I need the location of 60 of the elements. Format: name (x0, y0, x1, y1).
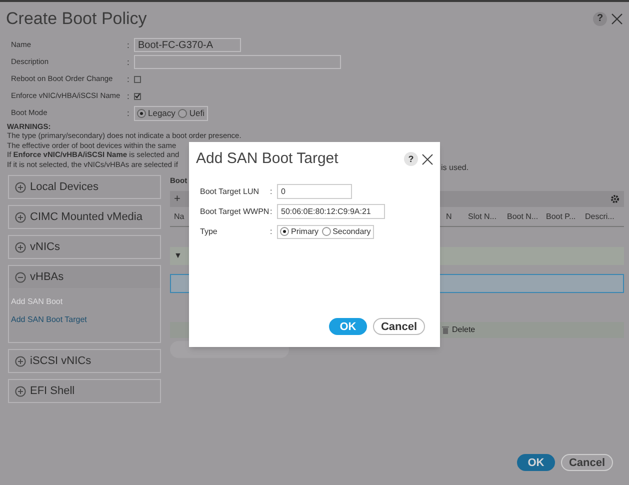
close-icon[interactable] (611, 12, 623, 25)
help-button[interactable]: ? (404, 152, 418, 166)
expand-icon[interactable] (15, 386, 26, 396)
colon: : (270, 186, 274, 198)
delete-button[interactable]: Delete (452, 324, 476, 336)
column-header: Descri... (585, 212, 614, 221)
radio-label: Legacy (148, 106, 176, 120)
colon: : (127, 56, 130, 68)
dialog-title: Add SAN Boot Target (196, 149, 338, 169)
accordion-header[interactable]: Local Devices (9, 176, 160, 198)
name-field[interactable]: Boot-FC-G370-A (134, 38, 241, 52)
expand-icon[interactable] (15, 242, 26, 252)
field-label: Type (200, 226, 218, 238)
checkbox[interactable] (134, 92, 141, 100)
description-field[interactable] (134, 55, 341, 69)
colon: : (127, 72, 130, 86)
expand-icon[interactable] (15, 182, 26, 192)
expand-icon[interactable] (15, 356, 26, 366)
radio-button[interactable] (322, 227, 331, 236)
radio-button[interactable] (280, 227, 289, 236)
warning-text: is used. (441, 162, 469, 174)
accordion-link[interactable]: Add SAN Boot Target (11, 314, 158, 326)
radio-label: Primary (291, 226, 319, 238)
accordion-header[interactable]: iSCSI vNICs (9, 350, 160, 372)
column-header: Slot N... (468, 212, 496, 221)
radio-label: Secondary (332, 226, 371, 238)
accordion-header[interactable]: vHBAs (9, 266, 160, 288)
input-field[interactable]: 50:06:0E:80:12:C9:9A:21 (277, 204, 385, 219)
close-icon[interactable] (422, 154, 433, 165)
ok-button[interactable]: OK (329, 318, 367, 335)
radio-button[interactable] (137, 108, 146, 118)
radio-label: Uefi (189, 106, 205, 120)
checkbox[interactable] (134, 76, 141, 82)
radio-button[interactable] (178, 108, 188, 118)
accordion-header[interactable]: CIMC Mounted vMedia (9, 206, 160, 228)
field-label: Boot Target WWPN (200, 206, 270, 218)
accordion-header[interactable]: vNICs (9, 236, 160, 258)
input-field[interactable]: 0 (277, 184, 352, 199)
window-title: Create Boot Policy (6, 8, 147, 30)
help-button[interactable]: ? (593, 12, 607, 26)
colon: : (270, 206, 274, 218)
colon: : (127, 38, 130, 52)
settings-icon[interactable] (610, 194, 620, 204)
cancel-button[interactable]: Cancel (373, 318, 425, 335)
column-header: Boot N... (507, 212, 538, 221)
collapse-icon[interactable] (15, 272, 26, 282)
column-header: N (446, 212, 452, 221)
expander-icon[interactable]: ▼ (174, 250, 182, 262)
trash-icon[interactable] (442, 326, 449, 334)
ok-button[interactable]: OK (517, 454, 555, 471)
add-button[interactable]: + (174, 191, 180, 208)
expand-icon[interactable] (15, 212, 26, 222)
colon: : (127, 90, 130, 102)
cancel-button[interactable]: Cancel (561, 454, 613, 471)
colon: : (127, 106, 130, 120)
column-header: Boot P... (546, 212, 576, 221)
field-label: Boot Target LUN (200, 186, 260, 198)
column-header: Na (174, 212, 184, 221)
colon: : (270, 226, 274, 238)
accordion-header[interactable]: EFI Shell (9, 380, 160, 402)
